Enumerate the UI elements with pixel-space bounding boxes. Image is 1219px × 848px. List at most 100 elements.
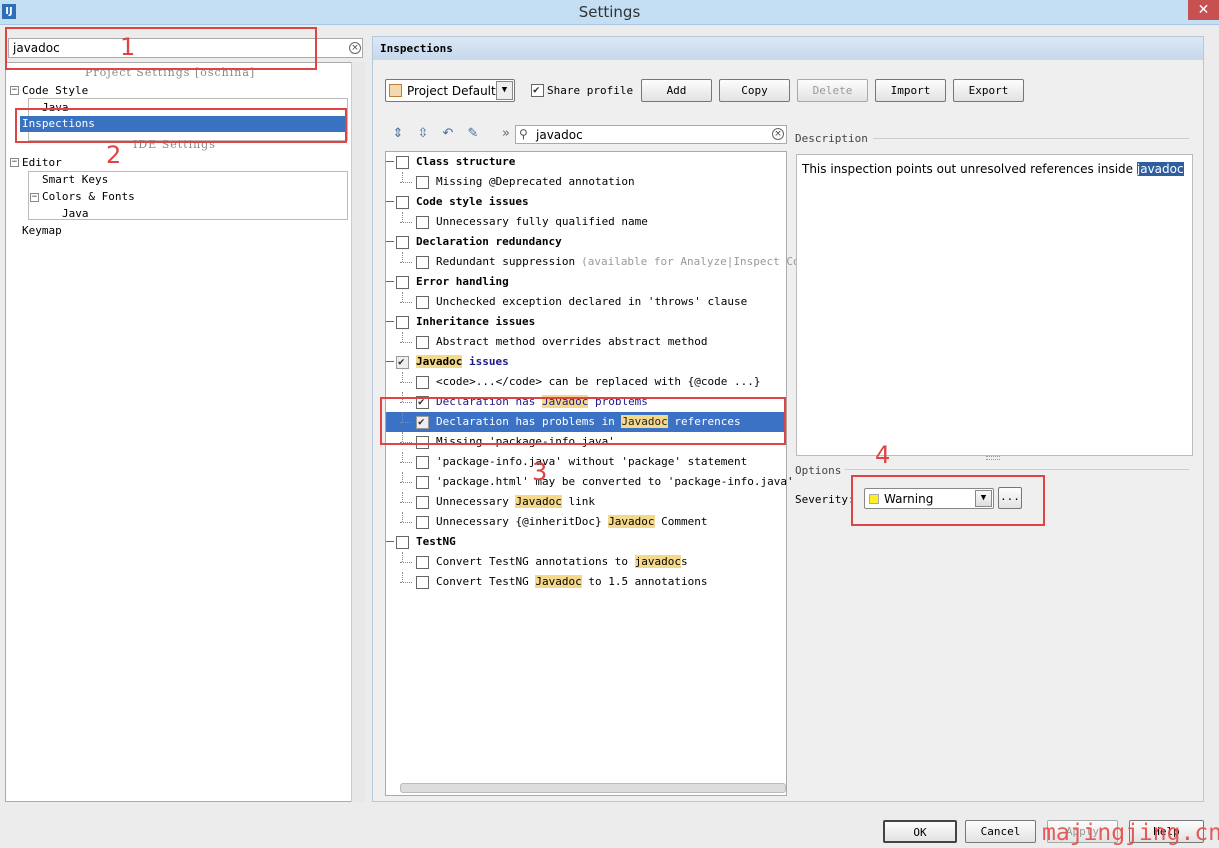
label-text: <code>...</code> can be replaced with {@… [436,375,761,388]
collapse-icon[interactable] [386,161,394,162]
inspection-checkbox[interactable] [416,516,429,529]
collapse-icon[interactable]: − [30,193,39,202]
ok-button[interactable]: OK [883,820,957,843]
collapse-icon[interactable] [386,361,394,362]
inspection-checkbox[interactable] [416,576,429,589]
collapse-icon[interactable]: − [10,86,19,95]
inspection-label: TestNG [416,535,456,548]
inspection-checkbox[interactable] [416,216,429,229]
inspection-label: Class structure [416,155,515,168]
edit-icon[interactable]: ✎ [465,126,481,142]
inspection-category-row[interactable]: Inheritance issues [386,312,786,332]
tree-item-editor[interactable]: Editor [22,156,62,169]
collapse-icon[interactable]: − [10,158,19,167]
reset-icon[interactable]: ↶ [440,126,456,142]
panel-header: Inspections [373,37,1203,60]
inspection-row[interactable]: <code>...</code> can be replaced with {@… [386,372,786,392]
tree-line [400,502,412,503]
tree-horizontal-scrollbar[interactable] [400,783,786,793]
inspection-checkbox[interactable] [416,376,429,389]
inspection-row[interactable]: Missing @Deprecated annotation [386,172,786,192]
label-text: Unchecked exception declared in 'throws'… [436,295,748,308]
inspection-label: 'package.html' may be converted to 'pack… [436,475,794,488]
tree-item-keymap[interactable]: Keymap [22,224,62,237]
delete-button[interactable]: Delete [797,79,868,102]
label-text: Unnecessary [436,495,516,508]
splitter-handle[interactable] [986,456,1000,460]
search-highlight: javadoc [634,555,682,568]
inspection-checkbox[interactable] [416,456,429,469]
label-text: Inheritance issues [416,315,536,328]
inspection-checkbox[interactable] [416,336,429,349]
tree-line [402,572,403,582]
inspection-category-row[interactable]: Error handling [386,272,786,292]
collapse-icon[interactable] [386,241,394,242]
tree-item-colors-fonts[interactable]: Colors & Fonts [42,190,135,203]
title-bar: IJ Settings ✕ [0,0,1219,25]
profile-select[interactable]: Project Default ▼ [385,79,515,102]
inspection-label: Convert TestNG annotations to javadocs [436,555,688,568]
more-icon[interactable]: » [498,126,514,142]
description-text: This inspection points out unresolved re… [802,162,1137,176]
annotation-box-3 [380,397,786,445]
inspection-checkbox[interactable] [396,156,409,169]
inspection-checkbox[interactable] [396,316,409,329]
inspection-row[interactable]: Unnecessary fully qualified name [386,212,786,232]
inspection-checkbox[interactable] [396,236,409,249]
import-button[interactable]: Import [875,79,946,102]
inspection-checkbox[interactable] [396,355,409,369]
inspection-checkbox[interactable] [416,296,429,309]
label-text: TestNG [416,535,456,548]
collapse-icon[interactable] [386,321,394,322]
label-text: Abstract method overrides abstract metho… [436,335,708,348]
expand-all-icon[interactable]: ⇕ [390,126,406,142]
settings-tree-scrollbar[interactable] [351,62,365,802]
tree-item-code-style[interactable]: Code Style [22,84,88,97]
share-profile-checkbox[interactable] [531,83,544,97]
inspection-category-row[interactable]: TestNG [386,532,786,552]
add-button[interactable]: Add [641,79,712,102]
collapse-icon[interactable] [386,281,394,282]
inspection-checkbox[interactable] [416,256,429,269]
inspection-row[interactable]: Unchecked exception declared in 'throws'… [386,292,786,312]
inspection-checkbox[interactable] [396,536,409,549]
inspection-label: Redundant suppression (available for Anal… [436,255,820,268]
collapse-icon[interactable] [386,201,394,202]
inspection-row[interactable]: Unnecessary Javadoc link [386,492,786,512]
clear-search-icon[interactable]: × [349,42,361,54]
export-button[interactable]: Export [953,79,1024,102]
inspection-row[interactable]: Redundant suppression (available for Anal… [386,252,820,272]
copy-button[interactable]: Copy [719,79,790,102]
tree-item-java-colors[interactable]: Java [62,207,89,220]
inspection-checkbox[interactable] [416,476,429,489]
inspection-row[interactable]: Abstract method overrides abstract metho… [386,332,786,352]
label-text: Convert TestNG [436,575,536,588]
inspection-checkbox[interactable] [416,176,429,189]
inspection-category-row[interactable]: Code style issues [386,192,786,212]
label-text: 'package.html' may be converted to 'pack… [436,475,794,488]
collapse-icon[interactable] [386,541,394,542]
search-icon: ⚲ [519,127,528,141]
inspection-row[interactable]: Convert TestNG annotations to javadocs [386,552,786,572]
annotation-box-2 [15,108,347,143]
chevron-down-icon[interactable]: ▼ [496,81,513,100]
inspection-row[interactable]: Convert TestNG Javadoc to 1.5 annotation… [386,572,786,592]
inspection-checkbox[interactable] [396,276,409,289]
inspection-category-row[interactable]: Javadoc issues [386,352,786,372]
inspection-checkbox[interactable] [416,556,429,569]
tree-item-smart-keys[interactable]: Smart Keys [42,173,108,186]
inspection-checkbox[interactable] [396,196,409,209]
close-button[interactable]: ✕ [1188,0,1219,20]
collapse-all-icon[interactable]: ⇳ [415,126,431,142]
clear-filter-icon[interactable]: × [772,128,784,140]
inspection-checkbox[interactable] [416,496,429,509]
inspection-category-row[interactable]: Declaration redundancy [386,232,786,252]
inspection-filter-input[interactable]: ⚲ javadoc × [515,125,787,144]
inspection-category-row[interactable]: Class structure [386,152,786,172]
inspection-row[interactable]: 'package-info.java' without 'package' st… [386,452,786,472]
inspection-label: Code style issues [416,195,529,208]
inspection-row[interactable]: 'package.html' may be converted to 'pack… [386,472,794,492]
cancel-button[interactable]: Cancel [965,820,1036,843]
inspection-row[interactable]: Unnecessary {@inheritDoc} Javadoc Commen… [386,512,786,532]
label-text: Error handling [416,275,509,288]
